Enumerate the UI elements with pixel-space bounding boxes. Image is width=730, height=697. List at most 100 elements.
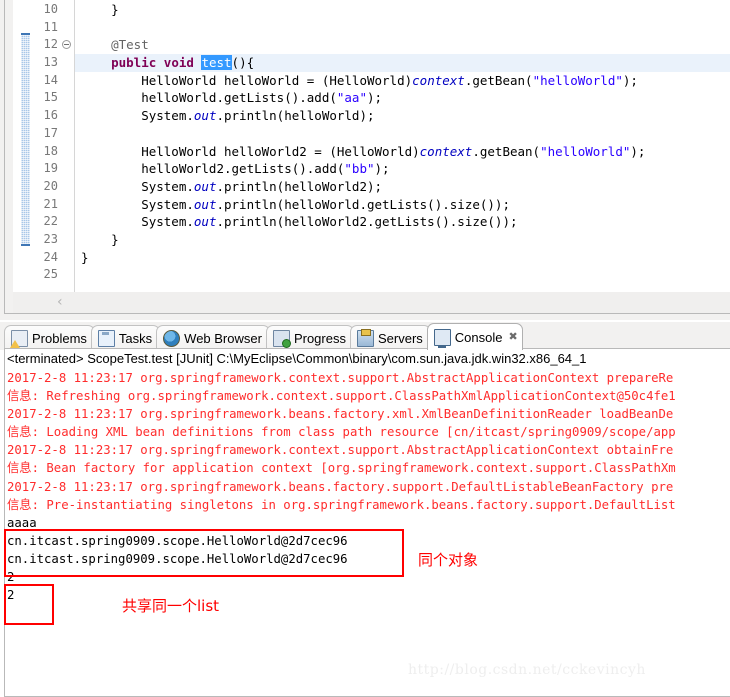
tab-label: Web Browser bbox=[184, 330, 262, 346]
console-output[interactable]: 2017-2-8 11:23:17 org.springframework.co… bbox=[5, 369, 730, 696]
line-number: 15 bbox=[43, 90, 58, 105]
code-line[interactable]: HelloWorld helloWorld = (HelloWorld)cont… bbox=[75, 72, 730, 90]
line-number: 24 bbox=[43, 249, 58, 264]
tab-tasks[interactable]: Tasks bbox=[90, 325, 161, 350]
annotation-label-same-object: 同个对象 bbox=[418, 551, 479, 569]
watermark-text: http://blog.csdn.net/cckevincyh bbox=[408, 662, 646, 678]
tab-label: Tasks bbox=[118, 330, 153, 346]
console-line: aaaa bbox=[7, 515, 37, 530]
scroll-left-icon[interactable]: ‹ bbox=[57, 295, 63, 309]
line-number: 17 bbox=[43, 125, 58, 140]
code-token: context bbox=[412, 72, 465, 88]
view-tabs: Problems Tasks Web Browser Progress Servers C… bbox=[4, 322, 523, 350]
line-number: 14 bbox=[43, 72, 58, 87]
code-editor-pane: 10 11 12 13 14 15 16 17 18 19 20 21 22 23 24 25 } @Test… bbox=[0, 0, 730, 320]
code-token: System. bbox=[81, 196, 194, 212]
code-token: out bbox=[193, 178, 217, 194]
code-token: System. bbox=[81, 108, 194, 124]
tab-console[interactable]: Console ✖ bbox=[426, 323, 523, 350]
code-token: System. bbox=[81, 178, 194, 194]
console-line: 2 bbox=[7, 588, 15, 603]
code-line[interactable]: @Test bbox=[75, 36, 730, 54]
code-token: "helloWorld" bbox=[540, 143, 631, 159]
code-token: "aa" bbox=[336, 90, 367, 106]
code-token: .println(helloWorld.getLists().size()); bbox=[216, 196, 510, 212]
code-token: System. bbox=[81, 214, 194, 230]
code-line[interactable]: } bbox=[75, 1, 730, 19]
console-line: 信息: Bean factory for application context… bbox=[7, 461, 676, 476]
console-line: 2017-2-8 11:23:17 org.springframework.co… bbox=[7, 371, 674, 385]
code-line[interactable] bbox=[75, 266, 730, 284]
problems-icon bbox=[10, 329, 28, 348]
close-icon[interactable]: ✖ bbox=[508, 331, 517, 343]
console-line: cn.itcast.spring0909.scope.HelloWorld@2d… bbox=[7, 533, 348, 548]
code-line[interactable]: System.out.println(helloWorld.getLists()… bbox=[75, 196, 730, 214]
console-line: 信息: Pre-instantiating singletons in org.… bbox=[7, 497, 676, 512]
code-folding-gutter[interactable] bbox=[60, 0, 75, 292]
console-line: 信息: Loading XML bean definitions from cl… bbox=[7, 425, 676, 440]
console-line: cn.itcast.spring0909.scope.HelloWorld@2d… bbox=[7, 551, 348, 566]
code-token: HelloWorld helloWorld = (HelloWorld) bbox=[81, 72, 413, 88]
web-browser-icon bbox=[163, 329, 181, 347]
code-token: } bbox=[81, 2, 119, 17]
line-number: 19 bbox=[43, 161, 58, 176]
code-token: @Test bbox=[111, 37, 149, 53]
code-token: ); bbox=[374, 161, 390, 177]
tasks-icon bbox=[97, 329, 115, 347]
console-line: 2017-2-8 11:23:17 org.springframework.be… bbox=[7, 479, 674, 494]
code-line[interactable]: System.out.println(helloWorld2); bbox=[75, 178, 730, 196]
tab-problems[interactable]: Problems bbox=[4, 325, 95, 350]
code-line[interactable]: HelloWorld helloWorld2 = (HelloWorld)con… bbox=[75, 143, 730, 161]
selected-token: test bbox=[201, 55, 232, 71]
line-number: 11 bbox=[43, 19, 58, 34]
console-view: <terminated> ScopeTest.test [JUnit] C:\M… bbox=[4, 348, 730, 697]
editor-horizontal-scrollbar[interactable]: ‹ bbox=[13, 292, 730, 313]
line-number: 23 bbox=[43, 231, 58, 246]
code-line[interactable] bbox=[75, 19, 730, 37]
code-token: helloWorld2.getLists().add( bbox=[81, 161, 345, 177]
code-token: ); bbox=[366, 90, 383, 106]
editor-surface[interactable]: 10 11 12 13 14 15 16 17 18 19 20 21 22 23 24 25 } @Test… bbox=[13, 0, 730, 292]
code-token: "helloWorld" bbox=[532, 72, 623, 88]
code-line[interactable] bbox=[75, 125, 730, 143]
line-number: 22 bbox=[43, 214, 58, 229]
console-line: 2017-2-8 11:23:17 org.springframework.co… bbox=[7, 443, 674, 458]
method-range-indicator bbox=[21, 33, 30, 246]
console-line: 2017-2-8 11:23:17 org.springframework.be… bbox=[7, 407, 674, 422]
code-token: helloWorld.getLists().add( bbox=[81, 90, 337, 106]
tab-servers[interactable]: Servers bbox=[349, 325, 431, 350]
code-token: .println(helloWorld); bbox=[216, 108, 375, 124]
line-number: 21 bbox=[43, 196, 58, 211]
line-number: 20 bbox=[43, 178, 58, 193]
code-text-area[interactable]: } @Test public void test(){ HelloWorld h… bbox=[75, 0, 730, 292]
tab-web-browser[interactable]: Web Browser bbox=[156, 325, 270, 350]
line-number: 18 bbox=[43, 143, 58, 158]
fold-collapse-icon[interactable] bbox=[62, 40, 71, 50]
code-token: public bbox=[111, 55, 157, 71]
code-line[interactable]: } bbox=[75, 249, 730, 267]
code-token: context bbox=[419, 143, 473, 159]
tab-progress[interactable]: Progress bbox=[265, 325, 354, 350]
tab-label: Servers bbox=[377, 330, 423, 346]
console-launch-header: <terminated> ScopeTest.test [JUnit] C:\M… bbox=[7, 351, 587, 366]
view-tab-bar: Problems Tasks Web Browser Progress Servers C… bbox=[0, 322, 730, 350]
code-token: ); bbox=[622, 72, 638, 88]
code-line[interactable]: System.out.println(helloWorld); bbox=[75, 107, 730, 125]
annotation-label-same-list: 共享同一个list bbox=[122, 597, 220, 615]
line-number: 12 bbox=[43, 37, 58, 52]
code-line[interactable]: } bbox=[75, 231, 730, 249]
code-line[interactable]: helloWorld.getLists().add("aa"); bbox=[75, 89, 730, 107]
code-line[interactable]: System.out.println(helloWorld2.getLists(… bbox=[75, 213, 730, 231]
code-token: ); bbox=[630, 143, 646, 159]
tab-label: Console bbox=[454, 329, 503, 345]
code-token: void bbox=[163, 55, 194, 71]
code-token: out bbox=[193, 108, 217, 124]
annotation-ruler[interactable] bbox=[21, 0, 30, 292]
line-number: 13 bbox=[43, 55, 58, 70]
code-line[interactable]: helloWorld2.getLists().add("bb"); bbox=[75, 160, 730, 178]
code-line[interactable]: public void test(){ bbox=[75, 54, 730, 72]
tab-label: Progress bbox=[293, 330, 346, 346]
